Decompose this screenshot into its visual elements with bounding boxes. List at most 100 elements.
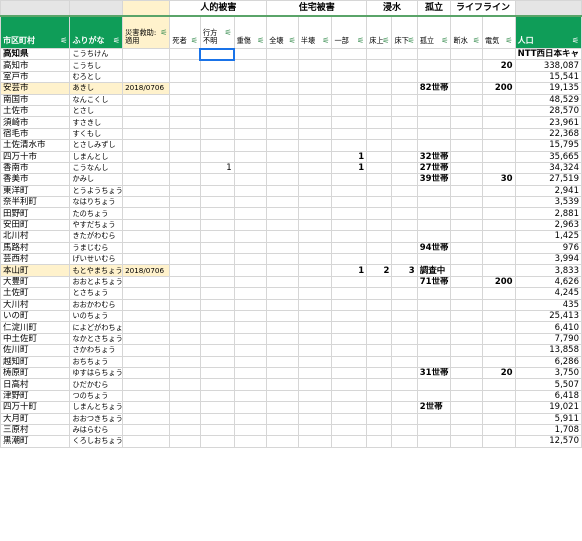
cell-isolated[interactable] (416, 309, 452, 323)
cell-deaths[interactable] (169, 298, 201, 312)
cell-injured[interactable] (233, 116, 268, 129)
cell-disaster-law[interactable] (122, 184, 171, 198)
cell-disaster-law[interactable] (122, 423, 171, 437)
cell-partial[interactable] (331, 59, 368, 72)
cell-city[interactable]: 香南市 (0, 161, 71, 175)
cell-furigana[interactable]: なんこくし (69, 93, 124, 106)
cell-below-floor[interactable] (391, 47, 418, 61)
cell-power-outage[interactable] (481, 423, 516, 437)
cell-injured[interactable] (233, 161, 268, 175)
cell-disaster-law[interactable] (122, 93, 171, 106)
cell-partial[interactable]: 1 (331, 150, 368, 163)
cell-half-destroyed[interactable] (297, 139, 333, 152)
cell-power-outage[interactable]: 20 (481, 59, 516, 72)
cell-injured[interactable] (233, 423, 268, 437)
cell-power-outage[interactable] (481, 230, 516, 243)
cell-missing[interactable] (199, 173, 235, 186)
table-row[interactable]: 高知市 こうちし 20 338,087 (0, 59, 582, 72)
header-water-outage[interactable]: ⚟ 断水 (450, 15, 483, 49)
header-city[interactable]: ⚟ 市区町村 (0, 15, 71, 49)
cell-deaths[interactable] (169, 207, 201, 220)
cell-city[interactable]: 室戸市 (0, 70, 71, 84)
cell-half-destroyed[interactable] (297, 298, 333, 312)
cell-city[interactable]: 本山町 (0, 264, 71, 277)
cell-deaths[interactable] (169, 82, 201, 95)
cell-deaths[interactable] (169, 275, 201, 289)
cell-power-outage[interactable] (481, 321, 516, 334)
cell-power-outage[interactable] (481, 196, 516, 209)
filter-icon[interactable]: ⚟ (441, 37, 448, 45)
cell-partial[interactable] (331, 93, 368, 106)
cell-water-outage[interactable] (450, 423, 483, 437)
cell-furigana[interactable]: とさちょう (69, 287, 124, 300)
cell-below-floor[interactable] (391, 70, 418, 84)
cell-partial[interactable] (331, 435, 368, 448)
cell-deaths[interactable] (169, 161, 201, 175)
cell-water-outage[interactable] (450, 93, 483, 106)
cell-missing[interactable] (199, 344, 235, 357)
cell-missing[interactable] (199, 218, 235, 232)
cell-city[interactable]: 北川村 (0, 230, 71, 243)
cell-water-outage[interactable] (450, 435, 483, 448)
cell-deaths[interactable] (169, 401, 201, 414)
cell-below-floor[interactable] (391, 161, 418, 175)
filter-icon[interactable]: ⚟ (473, 37, 480, 45)
cell-disaster-law[interactable] (122, 366, 171, 380)
cell-disaster-law[interactable] (122, 161, 171, 175)
cell-missing[interactable] (199, 230, 235, 243)
cell-half-destroyed[interactable] (297, 127, 333, 141)
cell-disaster-law[interactable] (122, 218, 171, 232)
cell-missing[interactable] (199, 287, 235, 300)
cell-missing[interactable] (199, 184, 235, 198)
cell-below-floor[interactable] (391, 344, 418, 357)
cell-isolated[interactable] (416, 355, 452, 368)
table-row[interactable]: 安田町 やすだちょう 2,963 (0, 218, 582, 232)
cell-above-floor[interactable] (366, 287, 393, 300)
cell-furigana[interactable]: いのちょう (69, 309, 124, 323)
cell-full-destroyed[interactable] (266, 344, 299, 357)
cell-isolated[interactable]: 2世帯 (416, 401, 452, 414)
cell-disaster-law[interactable] (122, 173, 171, 186)
cell-disaster-law[interactable] (122, 127, 171, 141)
table-row[interactable]: 馬路村 うまじむら 94世帯 976 (0, 241, 582, 255)
cell-water-outage[interactable] (450, 309, 483, 323)
cell-injured[interactable] (233, 253, 268, 266)
cell-missing[interactable] (199, 423, 235, 437)
cell-population[interactable]: 3,994 (514, 253, 582, 266)
cell-full-destroyed[interactable] (266, 253, 299, 266)
cell-missing[interactable] (199, 389, 235, 403)
header-population[interactable]: ⚟ 人口 (514, 15, 582, 49)
cell-isolated[interactable] (416, 184, 452, 198)
cell-half-destroyed[interactable] (297, 389, 333, 403)
cell-missing[interactable] (199, 355, 235, 368)
cell-city[interactable]: 四万十市 (0, 150, 71, 163)
cell-disaster-law[interactable] (122, 389, 171, 403)
cell-missing[interactable] (199, 82, 235, 95)
cell-water-outage[interactable] (450, 412, 483, 425)
cell-city[interactable]: 黒潮町 (0, 435, 71, 448)
cell-furigana[interactable]: あきし (69, 82, 124, 95)
cell-power-outage[interactable] (481, 435, 516, 448)
cell-power-outage[interactable] (481, 70, 516, 84)
cell-above-floor[interactable] (366, 82, 393, 95)
cell-full-destroyed[interactable] (266, 275, 299, 289)
cell-water-outage[interactable] (450, 184, 483, 198)
cell-water-outage[interactable] (450, 82, 483, 95)
cell-isolated[interactable] (416, 218, 452, 232)
cell-furigana[interactable]: とさしみずし (69, 139, 124, 152)
cell-furigana[interactable]: もとやまちょう (69, 264, 124, 277)
cell-above-floor[interactable] (366, 355, 393, 368)
cell-power-outage[interactable] (481, 161, 516, 175)
table-row[interactable]: 大川村 おおかわむら 435 (0, 298, 582, 312)
cell-full-destroyed[interactable] (266, 59, 299, 72)
cell-missing[interactable] (199, 321, 235, 334)
table-row[interactable]: 須崎市 すさきし 23,961 (0, 116, 582, 129)
cell-water-outage[interactable] (450, 207, 483, 220)
cell-city[interactable]: 芸西村 (0, 253, 71, 266)
cell-disaster-law[interactable] (122, 344, 171, 357)
cell-deaths[interactable] (169, 47, 201, 61)
cell-partial[interactable] (331, 70, 368, 84)
cell-population[interactable]: 6,286 (514, 355, 582, 368)
filter-icon[interactable]: ⚟ (224, 28, 231, 37)
table-row[interactable]: 大豊町 おおとよちょう 71世帯 200 4,626 (0, 275, 582, 289)
